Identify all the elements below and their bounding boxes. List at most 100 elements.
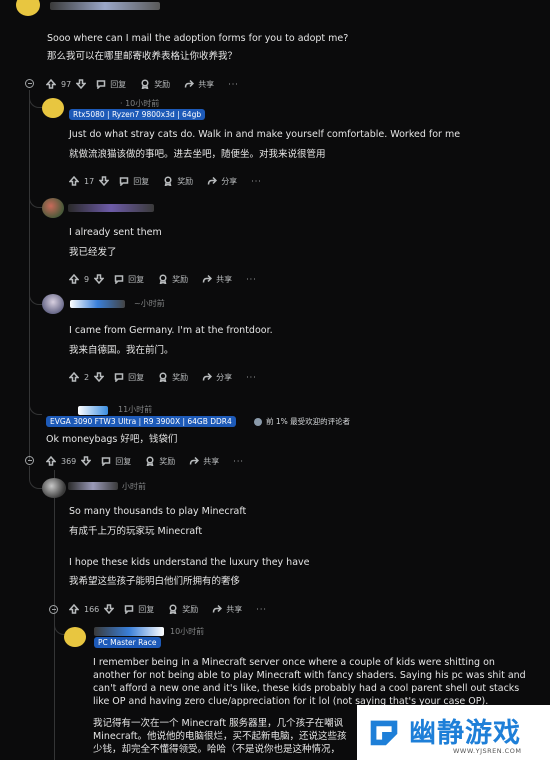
- award-button[interactable]: 奖励: [158, 274, 188, 285]
- comment-actions: 9 回复 奖励 共享 ···: [69, 272, 271, 286]
- more-options-button[interactable]: ···: [246, 373, 257, 382]
- comment-time: · 10小时前: [120, 99, 160, 108]
- comment-text-en: Just do what stray cats do. Walk in and …: [69, 129, 461, 140]
- award-label: 奖励: [172, 274, 189, 284]
- vote-count: 97: [61, 79, 72, 89]
- vote-group: 97: [46, 79, 87, 89]
- award-icon: [146, 456, 154, 466]
- more-options-button[interactable]: ···: [246, 275, 257, 284]
- reply-button[interactable]: 回复: [96, 79, 126, 90]
- share-label: 共享: [198, 79, 215, 89]
- award-button[interactable]: 奖励: [158, 372, 188, 383]
- more-options-button[interactable]: ···: [233, 457, 244, 466]
- share-button[interactable]: 分享: [207, 176, 237, 187]
- avatar[interactable]: [42, 478, 66, 498]
- award-label: 奖励: [182, 604, 199, 614]
- reply-button[interactable]: 回复: [119, 176, 149, 187]
- downvote-icon[interactable]: [76, 79, 87, 89]
- thread-elbow: [29, 95, 42, 108]
- award-label: 奖励: [177, 176, 194, 186]
- more-options-button[interactable]: ···: [228, 80, 239, 89]
- award-icon: [169, 604, 177, 614]
- vote-group: 17: [69, 176, 110, 186]
- top-commenter-badge: 前 1% 最受欢迎的评论者: [254, 416, 350, 427]
- trophy-icon: [254, 417, 262, 426]
- reply-button[interactable]: 回复: [124, 604, 154, 615]
- downvote-icon[interactable]: [81, 456, 92, 466]
- avatar[interactable]: [16, 0, 40, 16]
- collapse-button[interactable]: [49, 605, 58, 614]
- upvote-icon[interactable]: [69, 372, 79, 382]
- share-button[interactable]: 共享: [189, 456, 219, 467]
- share-label: 共享: [216, 274, 233, 284]
- thread-elbow: [29, 402, 42, 415]
- share-icon: [202, 274, 213, 283]
- comment-text-en: I came from Germany. I'm at the frontdoo…: [69, 325, 273, 336]
- comment-text-zh: 我已经发了: [69, 247, 117, 258]
- comment-actions: 369 回复 奖励 共享 ···: [46, 454, 258, 468]
- thread-elbow: [29, 292, 42, 305]
- award-label: 奖励: [172, 372, 189, 382]
- downvote-icon[interactable]: [104, 604, 115, 614]
- comment-icon: [96, 80, 106, 89]
- upvote-icon[interactable]: [69, 274, 79, 284]
- award-button[interactable]: 奖励: [163, 176, 193, 187]
- vote-count: 369: [61, 456, 77, 466]
- user-flair: PC Master Race: [94, 637, 161, 648]
- comment-text-zh: 就做流浪猫该做的事吧。进去坐吧，随便坐。对我来说很管用: [69, 149, 326, 160]
- avatar[interactable]: [64, 627, 86, 647]
- award-button[interactable]: 奖励: [168, 604, 198, 615]
- avatar[interactable]: [42, 198, 64, 218]
- downvote-icon[interactable]: [94, 372, 105, 382]
- upvote-icon[interactable]: [46, 79, 56, 89]
- share-label: 分享: [221, 176, 238, 186]
- comment-icon: [125, 605, 134, 614]
- comment-text: Ok moneybags 好吧，钱袋们: [46, 434, 178, 445]
- award-button[interactable]: 奖励: [140, 79, 170, 90]
- collapse-button[interactable]: [25, 79, 34, 88]
- watermark-title: 幽静游戏: [409, 718, 521, 749]
- reply-button[interactable]: 回复: [101, 456, 131, 467]
- more-options-button[interactable]: ···: [256, 605, 267, 614]
- reply-button[interactable]: 回复: [114, 274, 144, 285]
- share-icon: [207, 176, 218, 185]
- award-icon: [159, 372, 167, 382]
- upvote-icon[interactable]: [46, 456, 56, 466]
- more-options-button[interactable]: ···: [251, 177, 262, 186]
- award-icon: [159, 274, 167, 284]
- comment-text-en: I already sent them: [69, 227, 162, 238]
- comment-actions: 2 回复 奖励 分享 ···: [69, 370, 271, 384]
- thread-elbow: [29, 195, 42, 208]
- share-icon: [190, 456, 200, 465]
- award-button[interactable]: 奖励: [145, 456, 175, 467]
- vote-group: 369: [46, 456, 92, 466]
- comment-text-zh: 我来自德国。我在前门。: [69, 345, 174, 356]
- share-label: 共享: [203, 456, 220, 466]
- reply-label: 回复: [138, 604, 155, 614]
- avatar[interactable]: [42, 98, 64, 118]
- award-icon: [164, 176, 172, 186]
- comment-actions: 166 回复 奖励 共享 ···: [69, 602, 281, 616]
- upvote-icon[interactable]: [69, 604, 79, 614]
- share-button[interactable]: 共享: [202, 274, 232, 285]
- award-label: 奖励: [154, 79, 171, 89]
- share-button[interactable]: 共享: [184, 79, 214, 90]
- downvote-icon[interactable]: [99, 176, 110, 186]
- comment-actions: 17 回复 奖励 分享 ···: [69, 174, 276, 188]
- user-flair: EVGA 3090 FTW3 Ultra | R9 3900X | 64GB D…: [46, 416, 236, 427]
- username-redacted: [68, 204, 154, 212]
- comment-time: 11小时前: [118, 405, 153, 414]
- comment-text-en: So many thousands to play Minecraft: [69, 506, 247, 517]
- upvote-icon[interactable]: [69, 176, 79, 186]
- reply-button[interactable]: 回复: [114, 372, 144, 383]
- share-button[interactable]: 共享: [212, 604, 242, 615]
- avatar[interactable]: [42, 294, 64, 314]
- comment-time: ~小时前: [134, 299, 165, 308]
- username-redacted: [78, 406, 108, 415]
- downvote-icon[interactable]: [94, 274, 105, 284]
- collapse-button[interactable]: [25, 456, 34, 465]
- share-icon: [202, 372, 213, 381]
- reply-label: 回复: [110, 79, 127, 89]
- logo-icon: [370, 720, 398, 746]
- share-button[interactable]: 分享: [202, 372, 232, 383]
